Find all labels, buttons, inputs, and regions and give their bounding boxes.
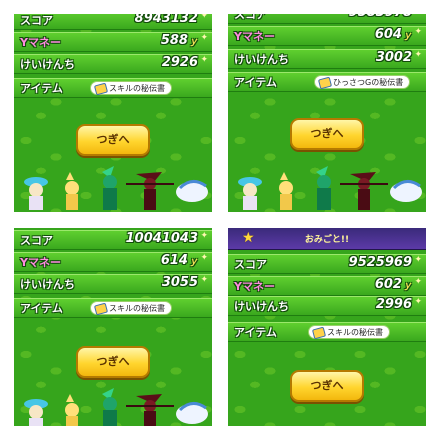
money-label: Yマネー bbox=[234, 30, 275, 43]
scroll-icon bbox=[317, 76, 333, 90]
money-row: Yマネー 614ｙ ✦ bbox=[14, 252, 212, 272]
character-cyan-hat bbox=[24, 177, 48, 210]
sparkle-icon: ✦ bbox=[200, 253, 208, 263]
item-label: アイテム bbox=[234, 326, 277, 339]
item-name-pill: ひっさつGの秘伝書 bbox=[314, 75, 411, 90]
result-panel-1: スコア 8943132 ✦ Yマネー 588ｙ ✦ けいけんち 2926 ✦ ア… bbox=[14, 14, 212, 212]
exp-value: 2926 bbox=[161, 55, 198, 70]
score-row: スコア 9525969 ✦ bbox=[228, 254, 426, 274]
money-row: Yマネー 602ｙ ✦ bbox=[228, 276, 426, 296]
score-row: スコア 8943132 ✦ bbox=[14, 14, 212, 30]
item-row: アイテム スキルの秘伝書 bbox=[228, 322, 426, 342]
characters-illustration bbox=[24, 388, 208, 426]
score-row: スコア 10041043 ✦ bbox=[14, 230, 212, 250]
exp-row: けいけんち 3055 ✦ bbox=[14, 274, 212, 294]
exp-row: けいけんち 3002 ✦ bbox=[228, 49, 426, 69]
money-value: 604ｙ bbox=[374, 27, 412, 42]
sparkle-icon: ✦ bbox=[414, 297, 422, 307]
character-white-blue bbox=[390, 180, 422, 202]
money-label: Yマネー bbox=[20, 36, 61, 49]
exp-value: 3055 bbox=[161, 275, 198, 290]
character-yellow-cat bbox=[65, 394, 79, 426]
character-green-hero bbox=[316, 166, 331, 210]
item-label: アイテム bbox=[234, 76, 277, 89]
scroll-icon bbox=[311, 326, 327, 340]
score-label: スコア bbox=[234, 14, 267, 21]
item-name-pill: スキルの秘伝書 bbox=[90, 81, 172, 96]
character-yellow-cat bbox=[65, 172, 79, 210]
score-value: 9525969 bbox=[348, 255, 412, 270]
item-label: アイテム bbox=[20, 82, 63, 95]
sparkle-icon: ✦ bbox=[200, 231, 208, 241]
result-panel-3: スコア 10041043 ✦ Yマネー 614ｙ ✦ けいけんち 3055 ✦ … bbox=[14, 228, 212, 426]
character-cyan-hat bbox=[24, 399, 48, 426]
score-value: 10041043 bbox=[125, 231, 198, 246]
exp-value: 3002 bbox=[375, 50, 412, 65]
score-value: 8943132 bbox=[134, 14, 198, 26]
money-row: Yマネー 588ｙ ✦ bbox=[14, 32, 212, 52]
sparkle-icon: ✦ bbox=[414, 255, 422, 265]
character-green-hero bbox=[102, 388, 117, 426]
item-label: アイテム bbox=[20, 302, 63, 315]
next-button[interactable]: つぎへ bbox=[290, 370, 364, 402]
result-panel-4: ★ おみごと!! スコア 9525969 ✦ Yマネー 602ｙ ✦ けいけんち… bbox=[228, 228, 426, 426]
exp-label: けいけんち bbox=[234, 300, 289, 313]
exp-row: けいけんち 2926 ✦ bbox=[14, 54, 212, 74]
scroll-icon bbox=[93, 82, 109, 96]
score-value: 9583978 bbox=[349, 14, 412, 20]
sparkle-icon: ✦ bbox=[200, 275, 208, 285]
item-name-pill: スキルの秘伝書 bbox=[90, 301, 172, 316]
character-white-blue bbox=[176, 180, 208, 202]
characters-illustration bbox=[238, 166, 422, 210]
next-button[interactable]: つぎへ bbox=[290, 118, 364, 150]
exp-label: けいけんち bbox=[20, 58, 75, 71]
sparkle-icon: ✦ bbox=[414, 50, 422, 60]
money-value: 588ｙ bbox=[160, 33, 198, 48]
scroll-icon bbox=[93, 302, 109, 316]
character-white-blue bbox=[176, 402, 208, 424]
money-value: 614ｙ bbox=[160, 253, 198, 268]
item-row: アイテム スキルの秘伝書 bbox=[14, 298, 212, 318]
result-panel-2: スコア 9583978 Yマネー 604ｙ ✦ けいけんち 3002 ✦ アイテ… bbox=[228, 14, 426, 212]
next-button[interactable]: つぎへ bbox=[76, 346, 150, 378]
character-dark-red bbox=[126, 172, 174, 210]
money-label: Yマネー bbox=[20, 256, 61, 269]
score-label: スコア bbox=[20, 14, 53, 27]
score-label: スコア bbox=[20, 234, 53, 247]
money-label: Yマネー bbox=[234, 280, 275, 293]
congrats-banner: ★ おみごと!! bbox=[228, 228, 426, 250]
sparkle-icon: ✦ bbox=[200, 55, 208, 65]
exp-row: けいけんち 2996 ✦ bbox=[228, 296, 426, 316]
item-row: アイテム スキルの秘伝書 bbox=[14, 78, 212, 98]
exp-value: 2996 bbox=[375, 297, 412, 312]
exp-label: けいけんち bbox=[20, 278, 75, 291]
item-row: アイテム ひっさつGの秘伝書 bbox=[228, 72, 426, 92]
character-dark-red bbox=[126, 394, 174, 426]
sparkle-icon: ✦ bbox=[200, 33, 208, 43]
character-green-hero bbox=[102, 166, 117, 210]
character-dark-red bbox=[340, 172, 388, 210]
item-name-pill: スキルの秘伝書 bbox=[308, 325, 390, 340]
congrats-text: おみごと!! bbox=[304, 235, 350, 245]
score-label: スコア bbox=[234, 258, 267, 271]
character-cyan-hat bbox=[238, 177, 262, 210]
score-row: スコア 9583978 bbox=[228, 14, 426, 24]
money-row: Yマネー 604ｙ ✦ bbox=[228, 26, 426, 46]
money-value: 602ｙ bbox=[374, 277, 412, 292]
characters-illustration bbox=[24, 166, 208, 210]
sparkle-icon: ✦ bbox=[414, 27, 422, 37]
sparkle-icon: ✦ bbox=[414, 277, 422, 287]
exp-label: けいけんち bbox=[234, 53, 289, 66]
next-button[interactable]: つぎへ bbox=[76, 124, 150, 156]
sparkle-icon: ✦ bbox=[200, 14, 208, 21]
character-yellow-cat bbox=[279, 172, 293, 210]
